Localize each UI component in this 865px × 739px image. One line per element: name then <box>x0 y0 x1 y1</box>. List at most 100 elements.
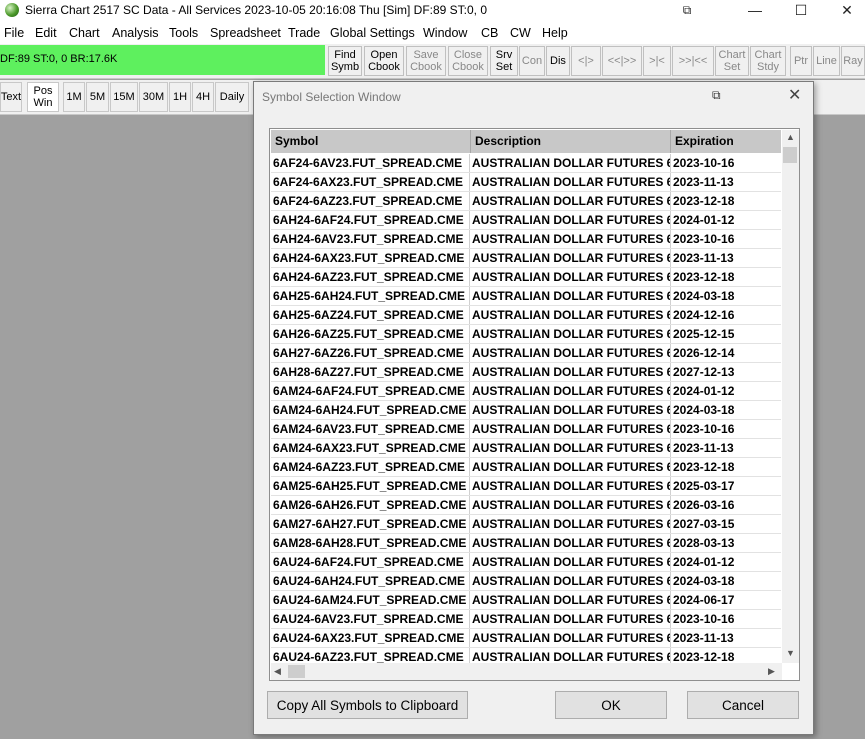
connect-button[interactable]: Con <box>519 46 545 76</box>
table-row[interactable]: 6AF24-6AX23.FUT_SPREAD.CME AUSTRALIAN DOL… <box>271 173 781 192</box>
position-window-button[interactable]: Pos Win <box>27 82 59 112</box>
table-row[interactable]: 6AM26-6AH26.FUT_SPREAD.CME AUSTRALIAN DOL… <box>271 496 781 515</box>
table-row[interactable]: 6AF24-6AZ23.FUT_SPREAD.CME AUSTRALIAN DOL… <box>271 192 781 211</box>
table-row[interactable]: 6AM24-6AZ23.FUT_SPREAD.CME AUSTRALIAN DOL… <box>271 458 781 477</box>
table-row[interactable]: 6AM24-6AV23.FUT_SPREAD.CME AUSTRALIAN DOL… <box>271 420 781 439</box>
menu-edit[interactable]: Edit <box>35 26 57 40</box>
ok-button[interactable]: OK <box>555 691 667 719</box>
table-row[interactable]: 6AF24-6AV23.FUT_SPREAD.CME AUSTRALIAN DOL… <box>271 154 781 173</box>
menu-tools[interactable]: Tools <box>169 26 198 40</box>
menu-window[interactable]: Window <box>423 26 467 40</box>
menu-help[interactable]: Help <box>542 26 568 40</box>
horizontal-scrollbar[interactable]: ◀ ▶ <box>271 663 782 680</box>
expiration-cell: 2025-03-17 <box>673 479 735 493</box>
maximize-button[interactable]: ☐ <box>781 0 821 22</box>
minimize-button[interactable]: — <box>735 0 775 22</box>
table-row[interactable]: 6AM27-6AH27.FUT_SPREAD.CME AUSTRALIAN DOL… <box>271 515 781 534</box>
horizontal-scroll-thumb[interactable] <box>288 665 305 678</box>
cancel-button[interactable]: Cancel <box>687 691 799 719</box>
menu-analysis[interactable]: Analysis <box>112 26 159 40</box>
table-row[interactable]: 6AH25-6AH24.FUT_SPREAD.CME AUSTRALIAN DOL… <box>271 287 781 306</box>
column-header-description[interactable]: Description <box>471 130 671 153</box>
scroll-compress-all-button[interactable]: >>|<< <box>672 46 714 76</box>
table-row[interactable]: 6AH24-6AF24.FUT_SPREAD.CME AUSTRALIAN DOL… <box>271 211 781 230</box>
timeframe-30m-button[interactable]: 30M <box>139 82 168 112</box>
symbol-selection-dialog: Symbol Selection Window ⧉ ✕ Symbol Descr… <box>253 81 814 735</box>
menu-chart[interactable]: Chart <box>69 26 100 40</box>
description-cell: AUSTRALIAN DOLLAR FUTURES 6A <box>472 230 671 248</box>
menu-cw[interactable]: CW <box>510 26 531 40</box>
copy-all-symbols-button[interactable]: Copy All Symbols to Clipboard <box>267 691 468 719</box>
table-row[interactable]: 6AU24-6AF24.FUT_SPREAD.CME AUSTRALIAN DOL… <box>271 553 781 572</box>
table-row[interactable]: 6AU24-6AV23.FUT_SPREAD.CME AUSTRALIAN DOL… <box>271 610 781 629</box>
scroll-right-icon[interactable]: ▶ <box>768 666 775 677</box>
symbol-cell: 6AM25-6AH25.FUT_SPREAD.CME <box>271 477 470 495</box>
description-cell: AUSTRALIAN DOLLAR FUTURES 6A <box>472 325 671 343</box>
timeframe-4h-button[interactable]: 4H <box>192 82 214 112</box>
table-row[interactable]: 6AH24-6AZ23.FUT_SPREAD.CME AUSTRALIAN DOL… <box>271 268 781 287</box>
table-row[interactable]: 6AH27-6AZ26.FUT_SPREAD.CME AUSTRALIAN DOL… <box>271 344 781 363</box>
timeframe-1m-button[interactable]: 1M <box>63 82 85 112</box>
table-row[interactable]: 6AM24-6AX23.FUT_SPREAD.CME AUSTRALIAN DOL… <box>271 439 781 458</box>
menu-global-settings[interactable]: Global Settings <box>330 26 415 40</box>
table-row[interactable]: 6AM24-6AF24.FUT_SPREAD.CME AUSTRALIAN DOL… <box>271 382 781 401</box>
vertical-scroll-thumb[interactable] <box>783 147 797 163</box>
table-row[interactable]: 6AU24-6AM24.FUT_SPREAD.CME AUSTRALIAN DOL… <box>271 591 781 610</box>
scroll-up-icon[interactable]: ▲ <box>786 132 795 142</box>
scroll-expand-button[interactable]: <<|>> <box>602 46 642 76</box>
close-chartbook-button[interactable]: Close Cbook <box>448 46 488 76</box>
expiration-cell: 2026-03-16 <box>673 498 735 512</box>
table-row[interactable]: 6AM24-6AH24.FUT_SPREAD.CME AUSTRALIAN DOL… <box>271 401 781 420</box>
scroll-down-icon[interactable]: ▼ <box>786 648 795 658</box>
open-chartbook-button[interactable]: Open Cbook <box>364 46 404 76</box>
column-header-symbol[interactable]: Symbol <box>271 130 471 153</box>
dialog-title: Symbol Selection Window <box>262 90 401 104</box>
table-row[interactable]: 6AM28-6AH28.FUT_SPREAD.CME AUSTRALIAN DOL… <box>271 534 781 553</box>
vertical-scrollbar[interactable]: ▲ ▼ <box>782 130 799 663</box>
symbol-cell: 6AH28-6AZ27.FUT_SPREAD.CME <box>271 363 470 381</box>
timeframe-15m-button[interactable]: 15M <box>110 82 138 112</box>
timeframe-1h-button[interactable]: 1H <box>169 82 191 112</box>
dialog-close-icon[interactable]: ✕ <box>788 85 801 105</box>
table-row[interactable]: 6AH25-6AZ24.FUT_SPREAD.CME AUSTRALIAN DOL… <box>271 306 781 325</box>
timeframe-daily-button[interactable]: Daily <box>215 82 249 112</box>
disconnect-button[interactable]: Dis <box>546 46 570 76</box>
server-settings-button[interactable]: Srv Set <box>490 46 518 76</box>
pointer-tool-button[interactable]: Ptr <box>790 46 812 76</box>
symbol-table[interactable]: Symbol Description Expiration 6AF24-6AV2… <box>269 128 800 681</box>
close-button[interactable]: ✕ <box>827 0 865 22</box>
save-chartbook-button[interactable]: Save Cbook <box>406 46 446 76</box>
timeframe-5m-button[interactable]: 5M <box>86 82 109 112</box>
find-symbol-button[interactable]: Find Symb <box>328 46 362 76</box>
dialog-restore-icon[interactable]: ⧉ <box>712 88 721 103</box>
table-row[interactable]: 6AU24-6AZ23.FUT_SPREAD.CME AUSTRALIAN DOL… <box>271 648 781 664</box>
expiration-cell: 2023-11-13 <box>673 631 734 645</box>
description-cell: AUSTRALIAN DOLLAR FUTURES 6A <box>472 534 671 552</box>
menu-cb[interactable]: CB <box>481 26 498 40</box>
table-row[interactable]: 6AH24-6AV23.FUT_SPREAD.CME AUSTRALIAN DOL… <box>271 230 781 249</box>
table-row[interactable]: 6AH24-6AX23.FUT_SPREAD.CME AUSTRALIAN DOL… <box>271 249 781 268</box>
symbol-cell: 6AH24-6AX23.FUT_SPREAD.CME <box>271 249 470 267</box>
table-row[interactable]: 6AU24-6AX23.FUT_SPREAD.CME AUSTRALIAN DOL… <box>271 629 781 648</box>
ray-tool-button[interactable]: Ray <box>841 46 865 76</box>
text-tool-button[interactable]: Text <box>0 82 22 112</box>
column-header-expiration[interactable]: Expiration <box>671 130 781 153</box>
expiration-cell: 2023-11-13 <box>673 251 734 265</box>
table-row[interactable]: 6AH26-6AZ25.FUT_SPREAD.CME AUSTRALIAN DOL… <box>271 325 781 344</box>
chart-settings-button[interactable]: Chart Set <box>715 46 749 76</box>
chart-studies-button[interactable]: Chart Stdy <box>750 46 786 76</box>
menu-file[interactable]: File <box>4 26 24 40</box>
menu-spreadsheet[interactable]: Spreadsheet <box>210 26 281 40</box>
window-title: Sierra Chart 2517 SC Data - All Services… <box>25 3 488 17</box>
scroll-left-icon[interactable]: ◀ <box>274 666 281 677</box>
scroll-left-right-button[interactable]: <|> <box>571 46 601 76</box>
line-tool-button[interactable]: Line <box>813 46 840 76</box>
expiration-cell: 2024-03-18 <box>673 574 735 588</box>
table-row[interactable]: 6AM25-6AH25.FUT_SPREAD.CME AUSTRALIAN DOL… <box>271 477 781 496</box>
table-row[interactable]: 6AH28-6AZ27.FUT_SPREAD.CME AUSTRALIAN DOL… <box>271 363 781 382</box>
table-row[interactable]: 6AU24-6AH24.FUT_SPREAD.CME AUSTRALIAN DOL… <box>271 572 781 591</box>
scroll-compress-button[interactable]: >|< <box>643 46 671 76</box>
symbol-cell: 6AU24-6AM24.FUT_SPREAD.CME <box>271 591 470 609</box>
restore-icon[interactable]: ⧉ <box>667 0 707 22</box>
menu-trade[interactable]: Trade <box>288 26 320 40</box>
